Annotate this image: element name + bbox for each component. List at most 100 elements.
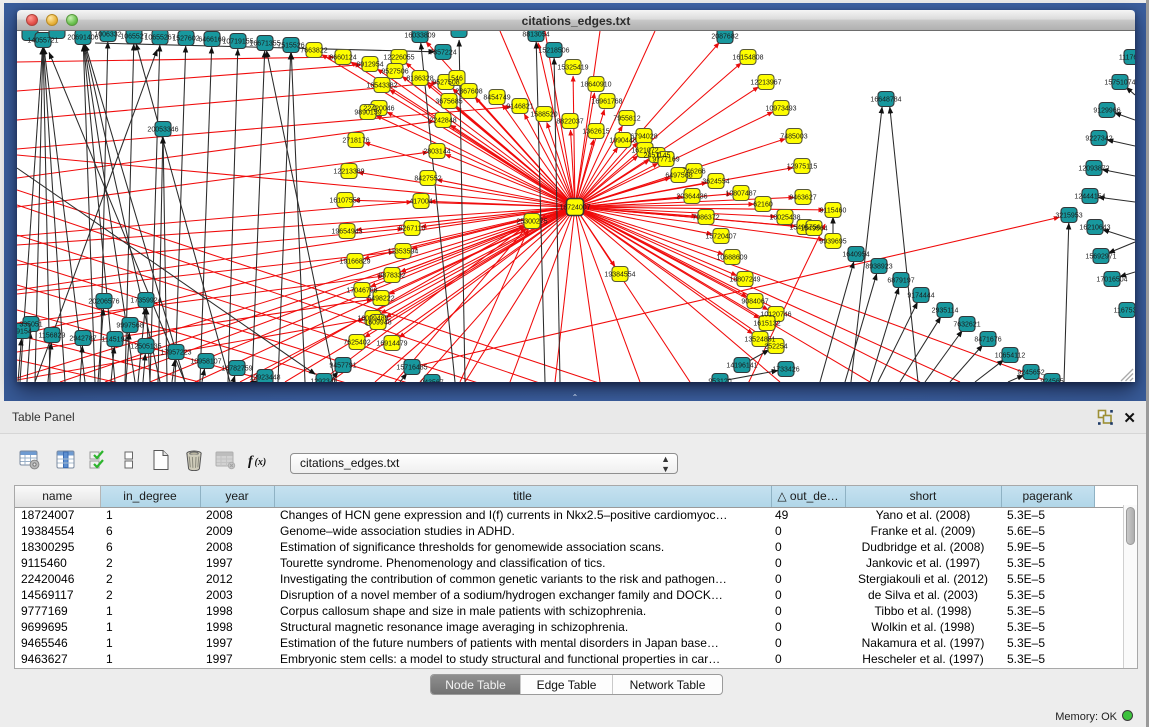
svg-text:39154: 39154 [17,329,32,336]
svg-text:3675685: 3675685 [435,99,462,106]
svg-text:16914479: 16914479 [376,341,407,348]
svg-text:9084067: 9084067 [741,299,768,306]
svg-text:9457791: 9457791 [329,363,356,370]
svg-text:1145194: 1145194 [102,337,129,344]
svg-text:8938923: 8938923 [865,264,892,271]
svg-text:10958107: 10958107 [190,359,221,366]
svg-text:14196141: 14196141 [726,363,757,370]
svg-text:1527602: 1527602 [172,36,199,43]
svg-text:9245652: 9245652 [1017,370,1044,377]
svg-text:9939695: 9939695 [819,239,846,246]
svg-text:15692971: 15692971 [1085,254,1116,261]
svg-text:1362615: 1362615 [582,129,609,136]
svg-text:7357224: 7357224 [429,50,456,57]
svg-text:1167533: 1167533 [1114,308,1135,315]
svg-text:1292344: 1292344 [310,379,337,383]
svg-text:12226055: 12226055 [383,55,414,62]
svg-text:7955812: 7955812 [613,116,640,123]
svg-text:12093872: 12093872 [1078,166,1109,173]
svg-text:2718176: 2718176 [342,138,369,145]
svg-text:13524851: 13524851 [744,337,775,344]
svg-text:12923448: 12923448 [249,375,280,382]
svg-text:(x): (x) [255,457,267,468]
svg-text:25300275: 25300275 [516,219,547,226]
svg-text:12505135: 12505135 [130,344,161,351]
svg-text:15720407: 15720407 [705,234,736,241]
svg-text:10654112: 10654112 [995,353,1026,360]
svg-text:1615132: 1615132 [753,321,780,328]
svg-text:2935114: 2935114 [932,308,959,315]
svg-text:15325419: 15325419 [557,65,588,72]
svg-text:943567: 943567 [420,380,443,383]
svg-text:10973493: 10973493 [765,106,796,113]
svg-text:17957223: 17957223 [160,350,191,357]
svg-text:7625402: 7625402 [343,340,370,347]
svg-text:15716485: 15716485 [396,365,427,372]
svg-text:8912954: 8912954 [356,62,383,69]
svg-text:10120746: 10120746 [760,312,791,319]
svg-text:2867608: 2867608 [455,89,482,96]
svg-text:62160: 62160 [753,202,773,209]
svg-text:7663822: 7663822 [300,48,327,55]
svg-text:7632621: 7632621 [953,322,980,329]
svg-text:16671355: 16671355 [249,41,280,48]
svg-text:1640954: 1640954 [842,252,869,259]
svg-text:252254: 252254 [764,344,787,351]
svg-text:1588520: 1588520 [530,112,557,119]
svg-text:15751074: 15751074 [1104,80,1135,87]
svg-text:10655267: 10655267 [144,35,175,42]
svg-text:2803144: 2803144 [423,149,450,156]
svg-text:8813054: 8813054 [522,32,549,39]
svg-text:17016504: 17016504 [1096,277,1127,284]
svg-text:9527506: 9527506 [381,69,408,76]
svg-text:19384554: 19384554 [604,272,635,279]
svg-text:10688609: 10688609 [716,255,747,262]
svg-text:924565: 924565 [1040,379,1063,383]
svg-text:1733426: 1733426 [772,367,799,374]
svg-text:417004: 417004 [409,199,432,206]
svg-text:6497568: 6497568 [665,173,692,180]
svg-text:19166829: 19166829 [339,259,370,266]
svg-text:16033809: 16033809 [404,33,435,40]
svg-text:9227342: 9227342 [1085,136,1112,143]
svg-text:12975115: 12975115 [787,164,818,171]
svg-text:2942787: 2942787 [69,336,96,343]
svg-text:16782759: 16782759 [221,366,252,373]
svg-text:6879197: 6879197 [887,278,914,285]
svg-text:12213389: 12213389 [333,169,364,176]
svg-text:11353594: 11353594 [388,249,419,256]
svg-text:8822037: 8822037 [556,119,583,126]
svg-text:8186328: 8186328 [406,76,433,83]
svg-text:335051: 335051 [19,322,42,329]
svg-text:16154808: 16154808 [732,55,763,62]
svg-text:10025438: 10025438 [769,215,800,222]
svg-text:5498222: 5498222 [367,296,394,303]
svg-text:1549564: 1549564 [800,226,827,233]
svg-text:16107553: 16107553 [329,198,360,205]
svg-text:953120: 953120 [708,379,731,383]
svg-text:9115460: 9115460 [820,208,847,215]
svg-text:19654943: 19654943 [331,229,362,236]
svg-text:9129966: 9129966 [1093,108,1120,115]
svg-text:3215953: 3215953 [1055,213,1082,220]
svg-text:8427552: 8427552 [414,176,441,183]
svg-text:16543382: 16543382 [366,83,397,90]
svg-text:17359924: 17359924 [130,298,161,305]
svg-text:20364436: 20364436 [676,194,707,201]
svg-text:1117613: 1117613 [1119,55,1135,62]
svg-text:12213967: 12213967 [750,80,781,87]
svg-text:9997568: 9997568 [116,323,143,330]
svg-text:16210643: 16210643 [1079,225,1110,232]
svg-text:9777169: 9777169 [652,157,679,164]
svg-text:18640910: 18640910 [580,82,611,89]
svg-text:15218506: 15218506 [538,48,569,55]
svg-text:1006332: 1006332 [94,32,121,39]
svg-text:18724007: 18724007 [559,205,590,212]
svg-text:2087682: 2087682 [711,34,738,41]
svg-text:3624554: 3624554 [702,179,729,186]
svg-text:7485003: 7485003 [780,134,807,141]
svg-text:9890159: 9890159 [354,110,381,117]
svg-text:10807487: 10807487 [725,191,756,198]
svg-text:9146821: 9146821 [506,104,533,111]
svg-text:8454749: 8454749 [483,95,510,102]
